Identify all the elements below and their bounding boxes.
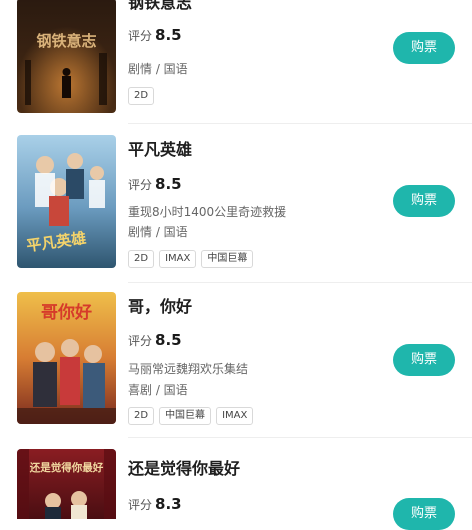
buy-ticket-button[interactable]: 购票 xyxy=(393,32,455,64)
movie-item[interactable]: 钢铁意志 钢铁意志 评分 8.5 剧情 / 国语 2D 购票 xyxy=(0,0,472,125)
buy-ticket-button[interactable]: 购票 xyxy=(393,498,455,530)
rating-label: 评分 xyxy=(128,334,153,348)
movie-item[interactable]: 哥你好 哥，你好 评分 8.5 马丽常远魏翔欢乐集结 喜剧 / 国语 2D 中国巨… xyxy=(0,285,472,440)
format-tag: 2D xyxy=(128,250,155,268)
movie-item[interactable]: 还是觉得你最好 还是觉得你最好 评分 8.3 购票 xyxy=(0,440,472,530)
rating-value: 8.5 xyxy=(155,331,182,349)
buy-ticket-button[interactable]: 购票 xyxy=(393,344,455,376)
movie-poster[interactable]: 钢铁意志 xyxy=(17,0,116,113)
format-tag: 中国巨幕 xyxy=(201,250,254,268)
rating-label: 评分 xyxy=(128,178,153,192)
movie-rating: 评分 8.5 xyxy=(128,25,182,44)
format-tag: IMAX xyxy=(159,250,197,268)
rating-value: 8.5 xyxy=(155,175,182,193)
movie-tags: 2D IMAX 中国巨幕 xyxy=(128,250,254,268)
movie-list: 钢铁意志 钢铁意志 评分 8.5 剧情 / 国语 2D 购票 平凡英雄 平凡英雄… xyxy=(0,0,472,530)
rating-label: 评分 xyxy=(128,29,153,43)
movie-rating: 评分 8.3 xyxy=(128,494,182,513)
movie-tags: 2D xyxy=(128,87,155,105)
movie-poster[interactable]: 哥你好 xyxy=(17,292,116,424)
divider xyxy=(128,437,472,438)
format-tag: 2D xyxy=(128,87,155,105)
movie-rating: 评分 8.5 xyxy=(128,330,182,349)
movie-title[interactable]: 哥，你好 xyxy=(128,293,192,317)
poster-title-text: 还是觉得你最好 xyxy=(29,461,104,474)
movie-title[interactable]: 钢铁意志 xyxy=(128,0,192,13)
movie-title[interactable]: 还是觉得你最好 xyxy=(128,455,240,479)
movie-description: 马丽常远魏翔欢乐集结 xyxy=(128,362,249,376)
format-tag: 中国巨幕 xyxy=(159,407,212,425)
poster-title-text: 哥你好 xyxy=(41,302,92,323)
movie-title[interactable]: 平凡英雄 xyxy=(128,136,192,160)
movie-genre: 剧情 / 国语 xyxy=(128,62,188,76)
rating-value: 8.5 xyxy=(155,26,182,44)
movie-rating: 评分 8.5 xyxy=(128,174,182,193)
buy-ticket-button[interactable]: 购票 xyxy=(393,185,455,217)
movie-poster[interactable]: 还是觉得你最好 xyxy=(17,449,116,519)
movie-item[interactable]: 平凡英雄 平凡英雄 评分 8.5 重现8小时1400公里奇迹救援 剧情 / 国语 … xyxy=(0,125,472,285)
movie-genre: 喜剧 / 国语 xyxy=(128,383,188,397)
rating-label: 评分 xyxy=(128,498,153,512)
movie-genre: 剧情 / 国语 xyxy=(128,225,188,239)
movie-tags: 2D 中国巨幕 IMAX xyxy=(128,407,254,425)
poster-title-text: 钢铁意志 xyxy=(36,32,96,50)
rating-value: 8.3 xyxy=(155,495,182,513)
format-tag: 2D xyxy=(128,407,155,425)
movie-poster[interactable]: 平凡英雄 xyxy=(17,135,116,268)
movie-description: 重现8小时1400公里奇迹救援 xyxy=(128,205,287,219)
format-tag: IMAX xyxy=(216,407,254,425)
divider xyxy=(128,123,472,124)
divider xyxy=(128,282,472,283)
